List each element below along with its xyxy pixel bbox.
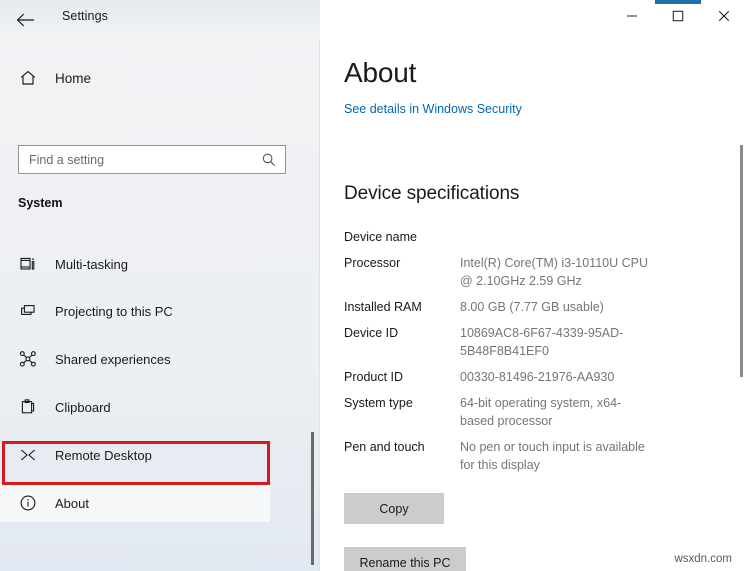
sidebar-item-remote-desktop-label: Remote Desktop	[55, 448, 152, 463]
title-bar: Settings	[0, 0, 748, 40]
spec-row: Pen and touch No pen or touch input is a…	[344, 438, 734, 474]
maximize-button[interactable]	[655, 0, 701, 32]
search-input-placeholder: Find a setting	[29, 153, 258, 167]
main-scrollbar-track[interactable]	[734, 40, 748, 571]
spec-value: 10869AC8-6F67-4339-95AD-5B48F8B41EF0	[460, 324, 652, 360]
spec-value: Intel(R) Core(TM) i3-10110U CPU @ 2.10GH…	[460, 254, 652, 290]
back-arrow-icon	[16, 12, 36, 28]
settings-window: Settings	[0, 0, 748, 571]
rename-this-pc-button[interactable]: Rename this PC	[344, 547, 466, 571]
sidebar-item-clipboard[interactable]: Clipboard	[0, 388, 270, 426]
spec-row: Device name	[344, 228, 734, 246]
spec-value: 8.00 GB (7.77 GB usable)	[460, 298, 652, 316]
sidebar-item-home[interactable]: Home	[0, 60, 300, 96]
spec-row: Processor Intel(R) Core(TM) i3-10110U CP…	[344, 254, 734, 290]
multitasking-icon	[18, 254, 38, 274]
main-scrollbar-thumb[interactable]	[740, 145, 743, 377]
sidebar: Home Find a setting System	[0, 40, 320, 571]
spec-label: Installed RAM	[344, 298, 460, 316]
spec-label: Device name	[344, 228, 460, 246]
clipboard-icon	[18, 397, 38, 417]
spec-label: Product ID	[344, 368, 460, 386]
spec-label: Processor	[344, 254, 460, 272]
sidebar-item-multi-tasking-label: Multi-tasking	[55, 257, 128, 272]
remote-desktop-icon	[18, 445, 38, 465]
sidebar-item-remote-desktop[interactable]: Remote Desktop	[0, 436, 270, 474]
sidebar-item-home-label: Home	[55, 71, 91, 86]
spec-row: System type 64-bit operating system, x64…	[344, 394, 734, 430]
spec-value: No pen or touch input is available for t…	[460, 438, 652, 474]
spec-value: 64-bit operating system, x64-based proce…	[460, 394, 652, 430]
watermark: wsxdn.com	[674, 553, 732, 565]
back-button[interactable]	[8, 4, 44, 36]
spec-row: Installed RAM 8.00 GB (7.77 GB usable)	[344, 298, 734, 316]
sidebar-item-multi-tasking[interactable]: Multi-tasking	[0, 245, 270, 283]
windows-security-link[interactable]: See details in Windows Security	[344, 102, 522, 116]
info-icon	[18, 493, 38, 513]
minimize-icon	[626, 10, 638, 22]
window-title: Settings	[62, 9, 108, 23]
sidebar-item-about-label: About	[55, 496, 89, 511]
sidebar-item-clipboard-label: Clipboard	[55, 400, 111, 415]
spec-row: Device ID 10869AC8-6F67-4339-95AD-5B48F8…	[344, 324, 734, 360]
spec-value: 00330-81496-21976-AA930	[460, 368, 652, 386]
main-content: About See details in Windows Security De…	[320, 40, 748, 571]
search-input[interactable]: Find a setting	[18, 145, 286, 174]
sidebar-item-shared-experiences[interactable]: Shared experiences	[0, 340, 270, 378]
sidebar-item-projecting-to-this-pc-label: Projecting to this PC	[55, 304, 173, 319]
title-bar-left-region	[0, 0, 320, 40]
close-button[interactable]	[701, 0, 747, 32]
maximize-icon	[672, 10, 684, 22]
sidebar-item-projecting-to-this-pc[interactable]: Projecting to this PC	[0, 292, 270, 330]
minimize-button[interactable]	[609, 0, 655, 32]
page-title: About	[344, 57, 416, 89]
sidebar-section-header: System	[18, 196, 62, 210]
copy-button[interactable]: Copy	[344, 493, 444, 524]
sidebar-item-shared-experiences-label: Shared experiences	[55, 352, 171, 367]
sidebar-item-about[interactable]: About	[0, 484, 270, 522]
home-icon	[18, 68, 38, 88]
close-icon	[718, 10, 730, 22]
search-icon[interactable]	[258, 149, 280, 171]
sidebar-scrollbar[interactable]	[311, 432, 314, 565]
spec-label: Device ID	[344, 324, 460, 342]
spec-row: Product ID 00330-81496-21976-AA930	[344, 368, 734, 386]
device-specifications-table: Device name Processor Intel(R) Core(TM) …	[344, 228, 734, 482]
shared-experiences-icon	[18, 349, 38, 369]
spec-label: Pen and touch	[344, 438, 460, 456]
spec-label: System type	[344, 394, 460, 412]
device-specifications-heading: Device specifications	[344, 183, 519, 205]
projecting-icon	[18, 301, 38, 321]
